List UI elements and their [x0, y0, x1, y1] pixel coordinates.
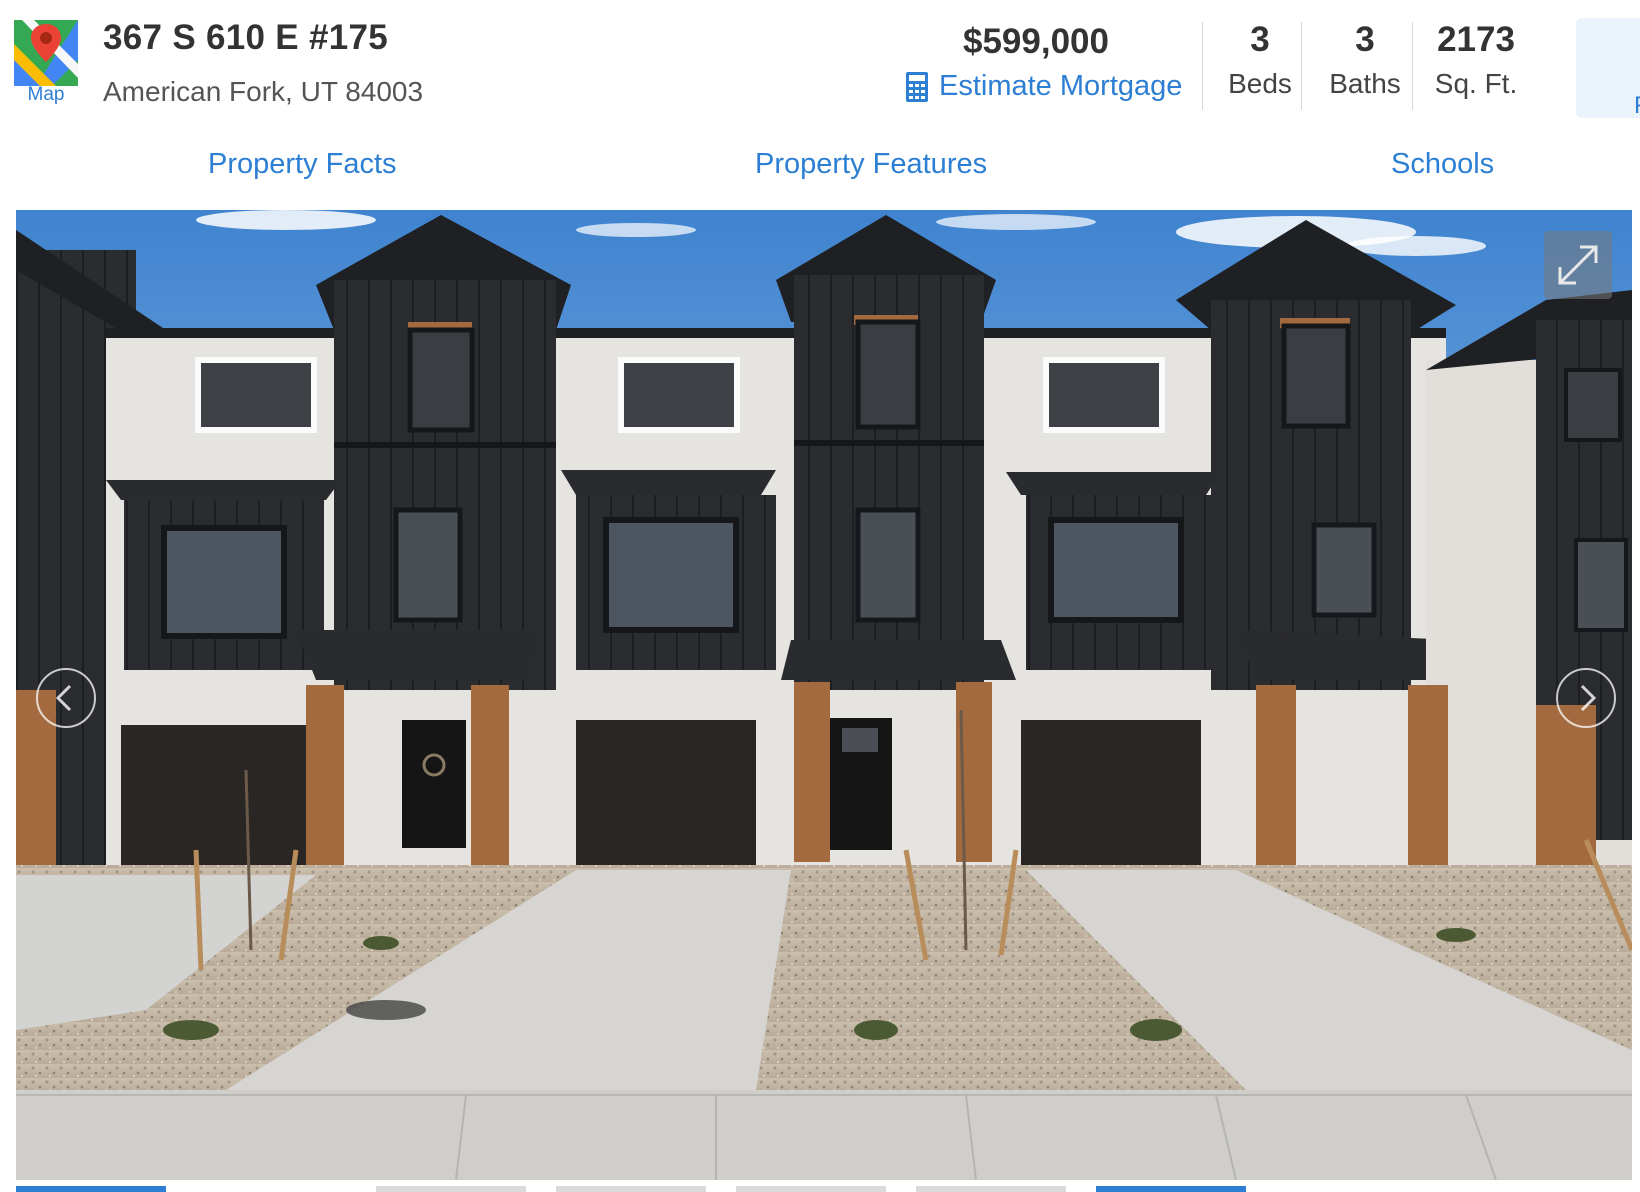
beds-value: 3	[1250, 20, 1270, 59]
baths-stat: 3 Baths	[1316, 20, 1414, 100]
address-line-1: 367 S 610 E #175	[103, 18, 389, 57]
listing-price: $599,000	[963, 22, 1109, 61]
baths-value: 3	[1355, 20, 1375, 59]
gallery-thumbnail[interactable]	[736, 1186, 886, 1192]
sqft-label: Sq. Ft.	[1434, 68, 1518, 99]
calculator-icon	[906, 71, 928, 102]
sqft-stat: 2173 Sq. Ft.	[1424, 20, 1528, 100]
townhouse-photo	[16, 210, 1632, 1180]
side-action-button[interactable]: F	[1576, 18, 1640, 120]
gallery-thumbnail[interactable]	[16, 1186, 166, 1192]
listing-photo[interactable]	[16, 210, 1632, 1180]
beds-stat: 3 Beds	[1220, 20, 1300, 100]
gallery-thumbnail[interactable]	[1096, 1186, 1246, 1192]
estimate-mortgage-label: Estimate Mortgage	[939, 70, 1183, 102]
gallery-thumbnail[interactable]	[556, 1186, 706, 1192]
map-button[interactable]: Map	[14, 20, 78, 106]
expand-arrows-icon	[1558, 245, 1598, 285]
side-action-label: F	[1634, 92, 1640, 120]
divider	[1202, 22, 1203, 110]
tab-property-facts[interactable]: Property Facts	[208, 148, 397, 181]
expand-photo-button[interactable]	[1544, 231, 1612, 299]
sqft-value: 2173	[1437, 20, 1515, 59]
tab-schools[interactable]: Schools	[1391, 148, 1494, 181]
chevron-left-icon	[55, 684, 72, 712]
beds-label: Beds	[1228, 68, 1292, 99]
gallery-thumbnail[interactable]	[916, 1186, 1066, 1192]
address-line-2: American Fork, UT 84003	[103, 76, 424, 107]
baths-label: Baths	[1329, 68, 1401, 99]
map-pin-icon	[14, 20, 78, 86]
next-photo-button[interactable]	[1556, 668, 1616, 728]
divider	[1301, 22, 1302, 110]
divider	[1412, 22, 1413, 110]
chevron-right-icon	[1580, 684, 1597, 712]
estimate-mortgage-link[interactable]: Estimate Mortgage	[905, 70, 1182, 103]
gallery-thumbnail[interactable]	[376, 1186, 526, 1192]
previous-photo-button[interactable]	[36, 668, 96, 728]
map-label: Map	[27, 84, 65, 105]
gallery-thumbnail-strip	[16, 1186, 1632, 1192]
tab-property-features[interactable]: Property Features	[755, 148, 987, 181]
